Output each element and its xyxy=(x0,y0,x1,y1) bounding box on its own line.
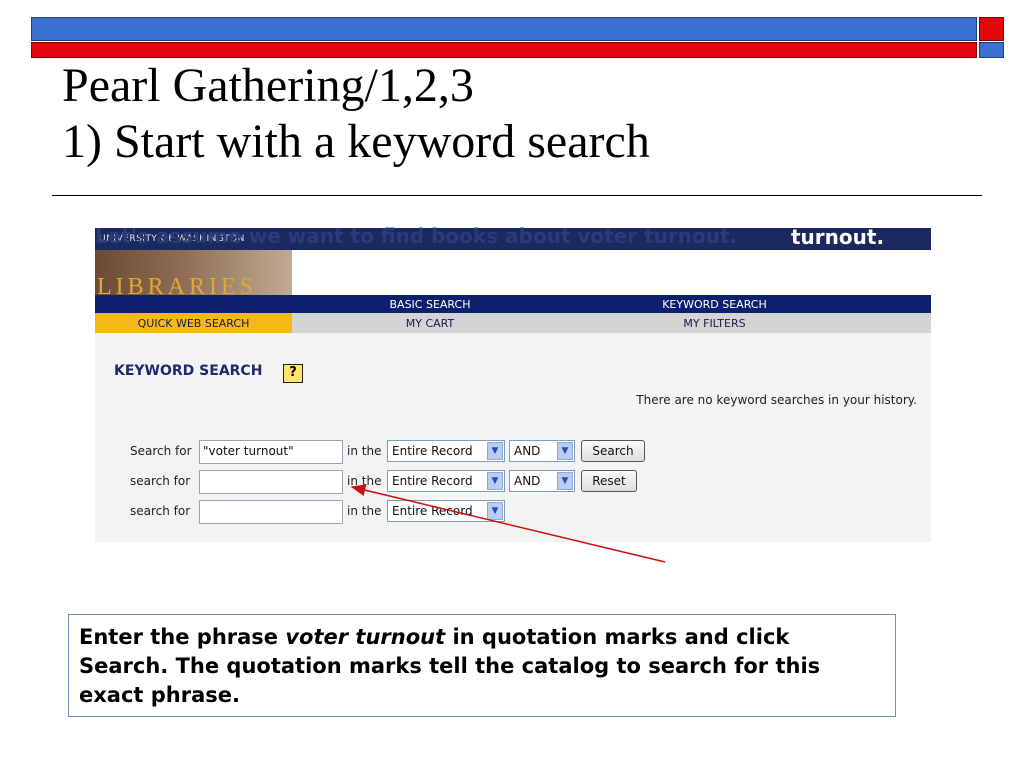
field-select-value: Entire Record xyxy=(392,504,473,518)
chevron-down-icon: ▼ xyxy=(487,472,503,490)
nav-my-cart[interactable]: MY CART xyxy=(292,313,568,333)
field-select-value: Entire Record xyxy=(392,444,473,458)
operator-select-value: AND xyxy=(514,474,541,488)
field-select-value: Entire Record xyxy=(392,474,473,488)
search-button[interactable]: Search xyxy=(581,440,645,462)
nav-keyword-search[interactable]: KEYWORD SEARCH xyxy=(568,295,861,313)
search-for-label: search for xyxy=(130,504,191,518)
callout-emphasis: voter turnout xyxy=(285,625,446,649)
catalog-screenshot: UNIVERSITY OF WASHINGTON LIBRARIES BASIC… xyxy=(95,228,931,542)
primary-nav: BASIC SEARCH KEYWORD SEARCH xyxy=(95,295,931,313)
corner-red-square xyxy=(979,17,1004,41)
libraries-logo-text: LIBRARIES xyxy=(97,274,258,295)
keyword-search-heading: KEYWORD SEARCH xyxy=(114,363,263,379)
field-select[interactable]: Entire Record ▼ xyxy=(387,440,505,462)
operator-select-value: AND xyxy=(514,444,541,458)
in-the-label: in the xyxy=(347,444,382,458)
operator-select[interactable]: AND ▼ xyxy=(509,470,575,492)
nav-quick-web-search[interactable]: QUICK WEB SEARCH xyxy=(95,313,292,333)
nav-basic-search[interactable]: BASIC SEARCH xyxy=(292,295,568,313)
search-term-input[interactable] xyxy=(199,500,343,524)
field-select[interactable]: Entire Record ▼ xyxy=(387,500,505,522)
corner-blue-square xyxy=(979,42,1004,58)
caption-text: Let's assume we want to find books about… xyxy=(95,224,738,248)
chevron-down-icon: ▼ xyxy=(487,442,503,460)
slide-title-line-2: 1) Start with a keyword search xyxy=(62,115,650,168)
search-term-input[interactable] xyxy=(199,470,343,494)
secondary-nav: QUICK WEB SEARCH MY CART MY FILTERS xyxy=(95,313,931,333)
chevron-down-icon: ▼ xyxy=(487,502,503,520)
field-select[interactable]: Entire Record ▼ xyxy=(387,470,505,492)
search-for-label: Search for xyxy=(130,444,192,458)
chevron-down-icon: ▼ xyxy=(557,442,573,460)
reset-button[interactable]: Reset xyxy=(581,470,637,492)
callout-text-start: Enter the phrase xyxy=(79,625,286,649)
top-red-bar xyxy=(31,42,977,58)
instruction-callout: Enter the phrase voter turnout in quotat… xyxy=(68,614,896,717)
in-the-label: in the xyxy=(347,504,382,518)
slide-title: Pearl Gathering/1,2,3 1) Start with a ke… xyxy=(62,58,650,170)
help-icon[interactable]: ? xyxy=(283,364,303,383)
slide-title-line-1: Pearl Gathering/1,2,3 xyxy=(62,59,474,112)
caption-text-highlight: turnout. xyxy=(791,225,885,249)
nav-my-filters[interactable]: MY FILTERS xyxy=(568,313,861,333)
search-term-input[interactable]: "voter turnout" xyxy=(199,440,343,464)
title-divider xyxy=(52,195,982,196)
libraries-logo[interactable]: LIBRARIES xyxy=(95,250,292,295)
operator-select[interactable]: AND ▼ xyxy=(509,440,575,462)
keyword-search-panel: KEYWORD SEARCH ? There are no keyword se… xyxy=(95,333,931,542)
search-for-label: search for xyxy=(130,474,191,488)
chevron-down-icon: ▼ xyxy=(557,472,573,490)
history-message: There are no keyword searches in your hi… xyxy=(636,393,917,407)
in-the-label: in the xyxy=(347,474,382,488)
top-blue-bar xyxy=(31,17,977,41)
